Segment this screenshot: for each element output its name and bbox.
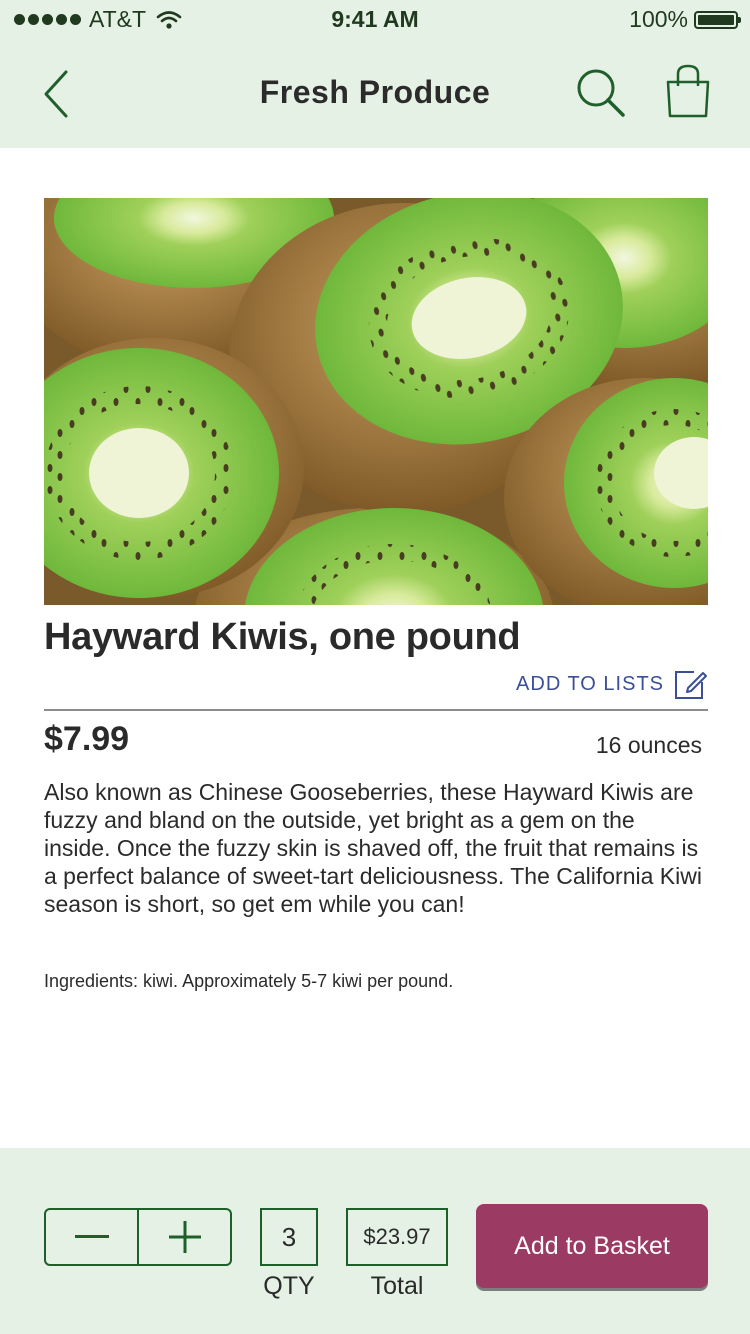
basket-button[interactable]: [662, 62, 714, 120]
add-to-basket-button[interactable]: Add to Basket: [476, 1204, 708, 1288]
page-title: Fresh Produce: [259, 74, 491, 110]
product-ingredients: Ingredients: kiwi. Approximately 5-7 kiw…: [44, 971, 454, 991]
total-value: $23.97: [346, 1208, 448, 1266]
product-image: [44, 198, 708, 605]
product-price: $7.99: [44, 720, 130, 758]
navigation-bar: Fresh Produce: [0, 40, 750, 148]
battery-icon: [694, 10, 741, 29]
product-weight: 16 ounces: [595, 732, 702, 758]
quantity-value: 3: [260, 1208, 318, 1266]
shopping-bag-icon: [666, 64, 710, 118]
battery-info: 100%: [629, 6, 741, 33]
add-to-lists-button[interactable]: ADD TO LISTS: [516, 668, 708, 700]
product-description: Also known as Chinese Gooseberries, thes…: [44, 779, 702, 917]
product-title: Hayward Kiwis, one pound: [44, 616, 521, 658]
search-icon: [577, 69, 625, 117]
plus-icon: [168, 1221, 201, 1253]
divider: [44, 709, 708, 711]
quantity-label: QTY: [263, 1272, 315, 1300]
total-label: Total: [370, 1272, 424, 1300]
decrement-button[interactable]: [46, 1210, 137, 1264]
add-to-lists-label: ADD TO LISTS: [516, 672, 664, 695]
edit-icon: [675, 671, 707, 699]
increment-button[interactable]: [137, 1210, 230, 1264]
minus-icon: [74, 1235, 109, 1238]
search-button[interactable]: [572, 64, 628, 120]
battery-percent: 100%: [629, 6, 688, 32]
quantity-stepper: [44, 1208, 232, 1266]
status-bar: AT&T 9:41 AM 100%: [0, 0, 750, 40]
